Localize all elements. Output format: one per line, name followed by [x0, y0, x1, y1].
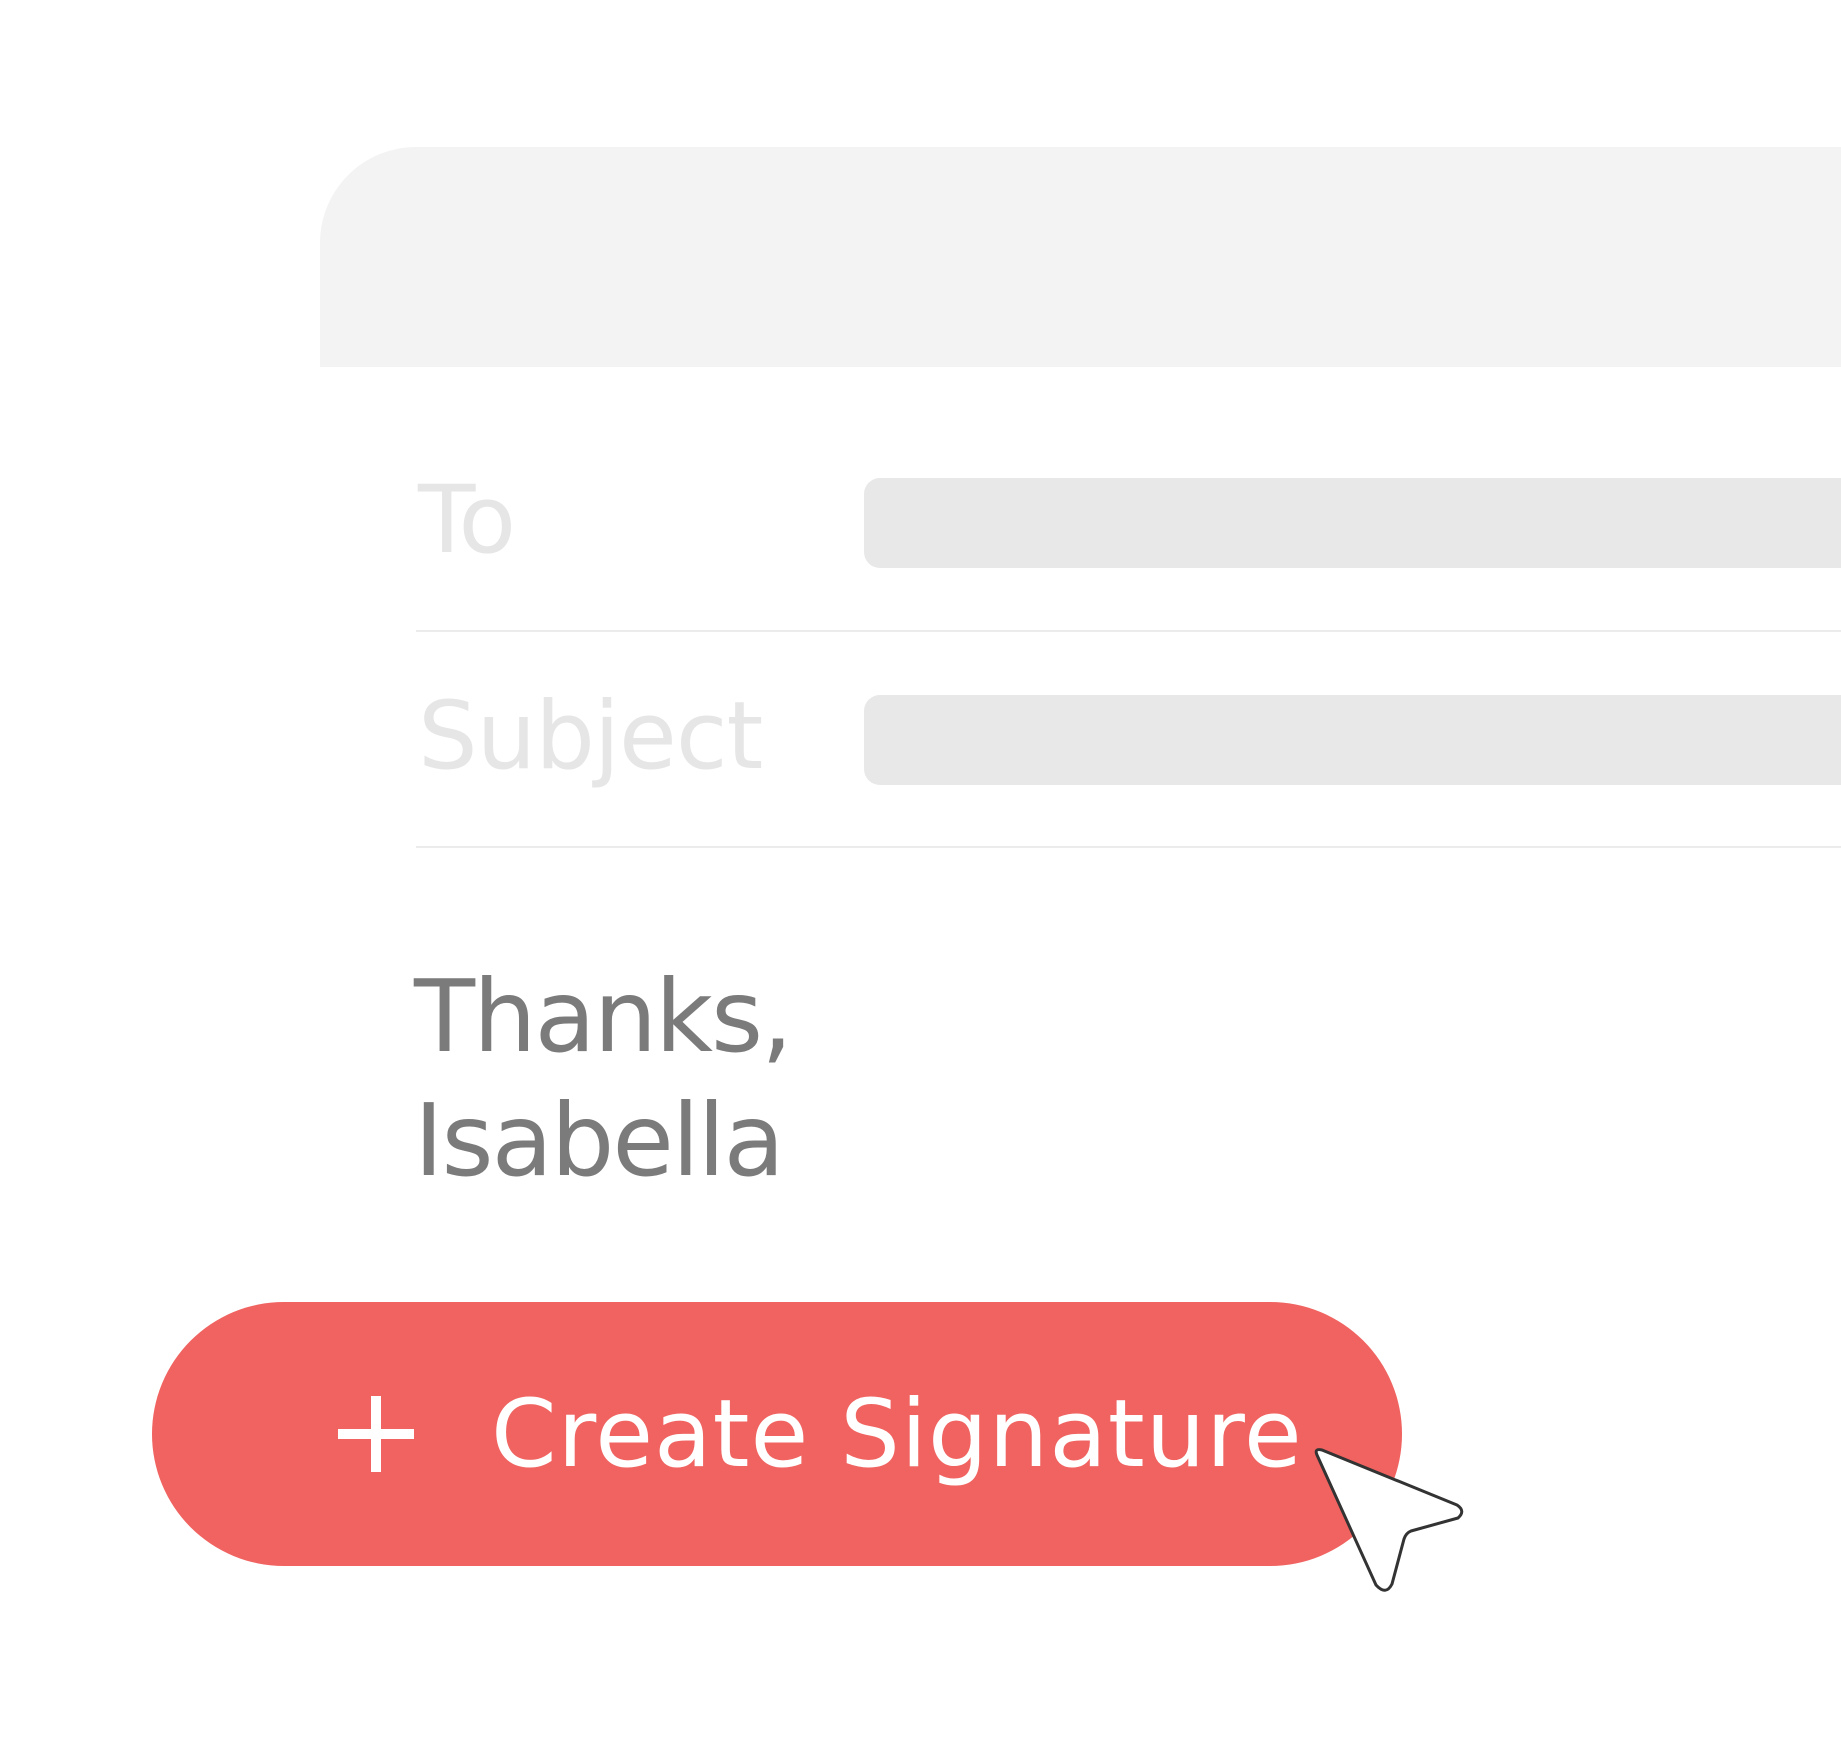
subject-field[interactable]: [864, 695, 1841, 785]
closing-line: Thanks,: [414, 958, 793, 1075]
create-signature-button[interactable]: Create Signature: [152, 1302, 1402, 1566]
to-label: To: [418, 466, 516, 575]
subject-divider: [416, 846, 1841, 848]
cursor-arrow-icon: [1314, 1448, 1464, 1592]
signer-name: Isabella: [414, 1082, 785, 1199]
plus-icon: [338, 1396, 414, 1472]
email-compose-illustration: To Subject Thanks, Isabella Create Signa…: [0, 0, 1841, 1737]
subject-label: Subject: [418, 682, 763, 791]
to-divider: [416, 630, 1841, 632]
create-signature-label: Create Signature: [491, 1379, 1303, 1489]
to-field[interactable]: [864, 478, 1841, 568]
compose-header: [320, 147, 1841, 367]
email-body-signature: Thanks, Isabella: [414, 955, 793, 1203]
